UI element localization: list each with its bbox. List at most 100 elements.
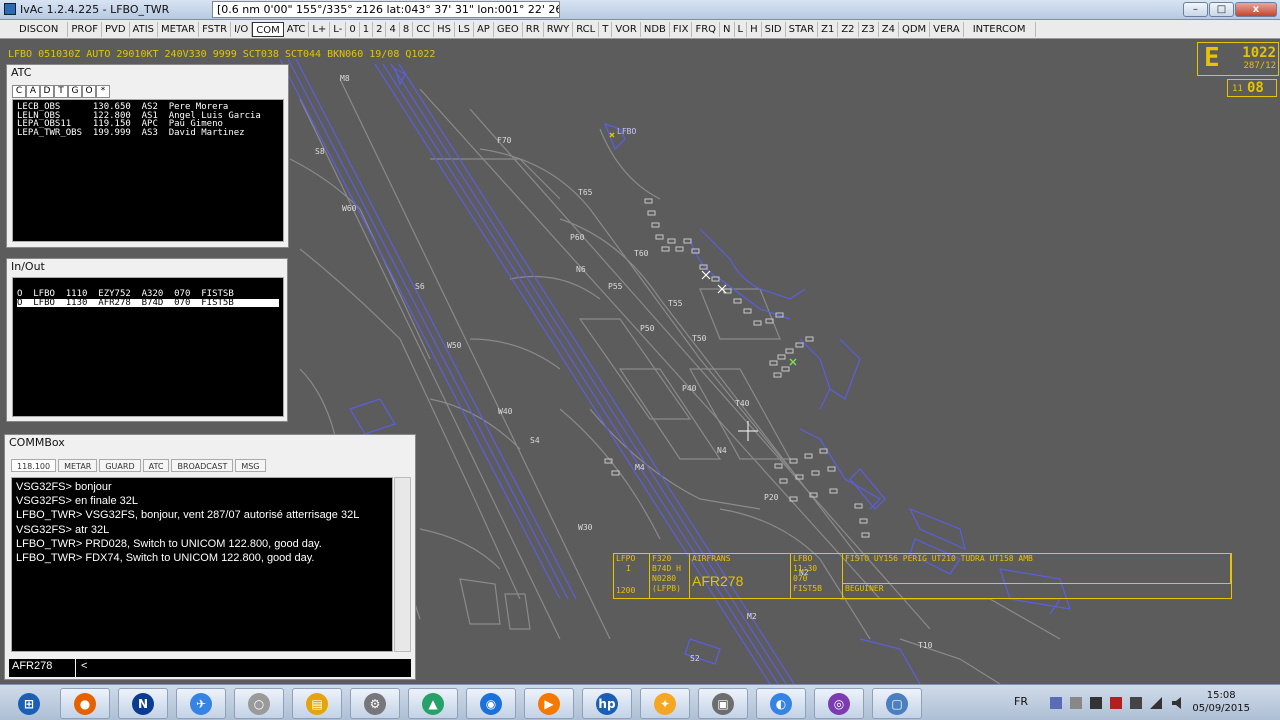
toolbar-button-metar[interactable]: METAR bbox=[158, 21, 200, 37]
airplane-icon[interactable]: ✈ bbox=[176, 688, 226, 719]
system-clock[interactable]: 15:08 05/09/2015 bbox=[1192, 689, 1250, 715]
toolbar-button-4[interactable]: 4 bbox=[386, 21, 400, 37]
toolbar-button-intercom[interactable]: INTERCOM bbox=[964, 21, 1036, 37]
commbox-window[interactable]: COMMBox 118.100 METAR GUARD ATC BROADCAST MSG… bbox=[4, 434, 416, 680]
commbox-tab-guard[interactable]: GUARD bbox=[99, 459, 141, 472]
settings-icon[interactable]: ⚙ bbox=[350, 688, 400, 719]
ivac-icon[interactable]: ▣ bbox=[698, 688, 748, 719]
toolbar-button-sid[interactable]: SID bbox=[762, 21, 786, 37]
folder-icon[interactable]: ▤ bbox=[292, 688, 342, 719]
atc-window-title: ATC bbox=[11, 66, 32, 79]
firefox-icon[interactable]: ● bbox=[60, 688, 110, 719]
command-input[interactable]: < bbox=[76, 659, 411, 677]
toolbar-button-l+[interactable]: L+ bbox=[309, 21, 331, 37]
toolbar-button-ap[interactable]: AP bbox=[474, 21, 494, 37]
toolbar-button-ls[interactable]: LS bbox=[455, 21, 474, 37]
atc-row[interactable]: LEPA_TWR_OBS 199.999 AS3 David Martinez bbox=[17, 128, 279, 138]
window-icon[interactable]: ▢ bbox=[872, 688, 922, 719]
toolbar-button-rcl[interactable]: RCL bbox=[573, 21, 600, 37]
toolbar-button-n[interactable]: N bbox=[720, 21, 735, 37]
atc-tab-3[interactable]: T bbox=[54, 85, 68, 98]
n-app-icon[interactable]: N bbox=[118, 688, 168, 719]
inout-row[interactable]: O LFBO 1130 AFR278 B74D 070 FIST5B bbox=[17, 298, 279, 307]
atc-list[interactable]: LECB_OBS 130.650 AS2 Pere Morera LELN_OBS… bbox=[12, 99, 284, 242]
browser-icon[interactable]: ◐ bbox=[756, 688, 806, 719]
teamspeak-icon[interactable]: ◉ bbox=[466, 688, 516, 719]
toolbar-button-fix[interactable]: FIX bbox=[670, 21, 693, 37]
atc-filter-tabs: C A D T G O * bbox=[12, 85, 110, 98]
toolbar-button-pvd[interactable]: PVD bbox=[102, 21, 130, 37]
cursor-readout: [0.6 nm 0'00" 155°/335° z126 lat:043° 37… bbox=[212, 1, 560, 18]
toolbar-button-rr[interactable]: RR bbox=[523, 21, 544, 37]
folder-icon-glyph: ▤ bbox=[306, 692, 328, 715]
toolbar-button-2[interactable]: 2 bbox=[373, 21, 387, 37]
toolbar-button-fstr[interactable]: FSTR bbox=[199, 21, 232, 37]
toolbar-button-com[interactable]: COM bbox=[252, 21, 284, 37]
toolbar-button-geo[interactable]: GEO bbox=[494, 21, 523, 37]
toolbar-button-atc[interactable]: ATC bbox=[284, 21, 310, 37]
toolbar-button-l[interactable]: L bbox=[735, 21, 748, 37]
toolbar-button-atis[interactable]: ATIS bbox=[130, 21, 159, 37]
atc-tab-0[interactable]: C bbox=[12, 85, 26, 98]
clock-time: 15:08 bbox=[1206, 690, 1236, 701]
commbox-tab-118100[interactable]: 118.100 bbox=[11, 459, 57, 472]
toolbar-button-frq[interactable]: FRQ bbox=[692, 21, 721, 37]
toolbar-button-ndb[interactable]: NDB bbox=[641, 21, 670, 37]
atc-tab-1[interactable]: A bbox=[26, 85, 40, 98]
strip-level-cell: F320 B74D H N0280 (LFPB) bbox=[650, 554, 690, 598]
minimize-button[interactable]: – bbox=[1183, 2, 1208, 17]
toolbar-button-z3[interactable]: Z3 bbox=[859, 21, 879, 37]
commbox-tab-metar[interactable]: METAR bbox=[58, 459, 98, 472]
toolbar-button-t[interactable]: T bbox=[599, 21, 613, 37]
toolbar-button-hs[interactable]: HS bbox=[434, 21, 456, 37]
map-label-p50: P50 bbox=[640, 324, 655, 333]
toolbar-button-z4[interactable]: Z4 bbox=[879, 21, 899, 37]
toolbar-button-0[interactable]: 0 bbox=[346, 21, 360, 37]
media-player-icon[interactable]: ▶ bbox=[524, 688, 574, 719]
map-label-t10: T10 bbox=[918, 641, 933, 650]
toolbar-button-vor[interactable]: VOR bbox=[612, 21, 641, 37]
atc-tab-4[interactable]: G bbox=[68, 85, 82, 98]
maximize-button[interactable]: □ bbox=[1209, 2, 1234, 17]
close-button[interactable]: x bbox=[1235, 2, 1277, 17]
toolbar-button-8[interactable]: 8 bbox=[400, 21, 414, 37]
map-label-p55: P55 bbox=[608, 282, 623, 291]
language-indicator[interactable]: FR bbox=[1014, 695, 1028, 708]
start-orb-icon[interactable]: ⊞ bbox=[4, 688, 54, 719]
toolbar-button-qdm[interactable]: QDM bbox=[899, 21, 931, 37]
hp-icon[interactable]: hp bbox=[582, 688, 632, 719]
system-tray: FR 15:08 05/09/2015 bbox=[990, 685, 1280, 720]
atc-window[interactable]: ATC C A D T G O * LECB_OBS 130.650 AS2 Pere Mo… bbox=[6, 64, 289, 248]
atc-tab-6[interactable]: * bbox=[96, 85, 110, 98]
selected-callsign: AFR278 bbox=[9, 659, 75, 677]
orange-app-icon[interactable]: ✦ bbox=[640, 688, 690, 719]
toolbar-button-h[interactable]: H bbox=[747, 21, 762, 37]
inout-list[interactable]: O LFBO 1110 EZY752 A320 070 FISTSB O LFBO… bbox=[12, 277, 284, 417]
commbox-tab-atc[interactable]: ATC bbox=[142, 459, 170, 472]
atc-tab-5[interactable]: O bbox=[82, 85, 96, 98]
toolbar-button-l-[interactable]: L- bbox=[330, 21, 347, 37]
atc-tab-2[interactable]: D bbox=[40, 85, 54, 98]
flight-strip[interactable]: LFPO I 1200 F320 B74D H N0280 (LFPB) AIR… bbox=[613, 553, 1232, 599]
toolbar-button-io[interactable]: I/O bbox=[231, 21, 253, 37]
globe-icon[interactable]: ○ bbox=[234, 688, 284, 719]
toolbar-button-vera[interactable]: VERA bbox=[930, 21, 964, 37]
message-log-scrollbar[interactable] bbox=[394, 477, 411, 652]
clock-hour: 11 bbox=[1232, 84, 1243, 94]
commbox-tab-msg[interactable]: MSG bbox=[235, 459, 266, 472]
toolbar-button-rwy[interactable]: RWY bbox=[544, 21, 574, 37]
inout-window[interactable]: In/Out O LFBO 1110 EZY752 A320 070 FISTS… bbox=[6, 258, 288, 422]
green-app-icon[interactable]: ▲ bbox=[408, 688, 458, 719]
circle-app-icon-glyph: ◎ bbox=[828, 692, 850, 715]
commbox-tab-broadcast[interactable]: BROADCAST bbox=[171, 459, 234, 472]
toolbar-button-discon[interactable]: DISCON bbox=[10, 21, 69, 37]
circle-app-icon[interactable]: ◎ bbox=[814, 688, 864, 719]
toolbar-button-1[interactable]: 1 bbox=[360, 21, 374, 37]
toolbar-button-prof[interactable]: PROF bbox=[68, 21, 102, 37]
atis-box[interactable]: E 1022 287/12 bbox=[1197, 42, 1279, 76]
map-label-p40: P40 bbox=[682, 384, 697, 393]
toolbar-button-cc[interactable]: CC bbox=[413, 21, 435, 37]
toolbar-button-z2[interactable]: Z2 bbox=[838, 21, 859, 37]
toolbar-button-star[interactable]: STAR bbox=[786, 21, 819, 37]
toolbar-button-z1[interactable]: Z1 bbox=[818, 21, 839, 37]
